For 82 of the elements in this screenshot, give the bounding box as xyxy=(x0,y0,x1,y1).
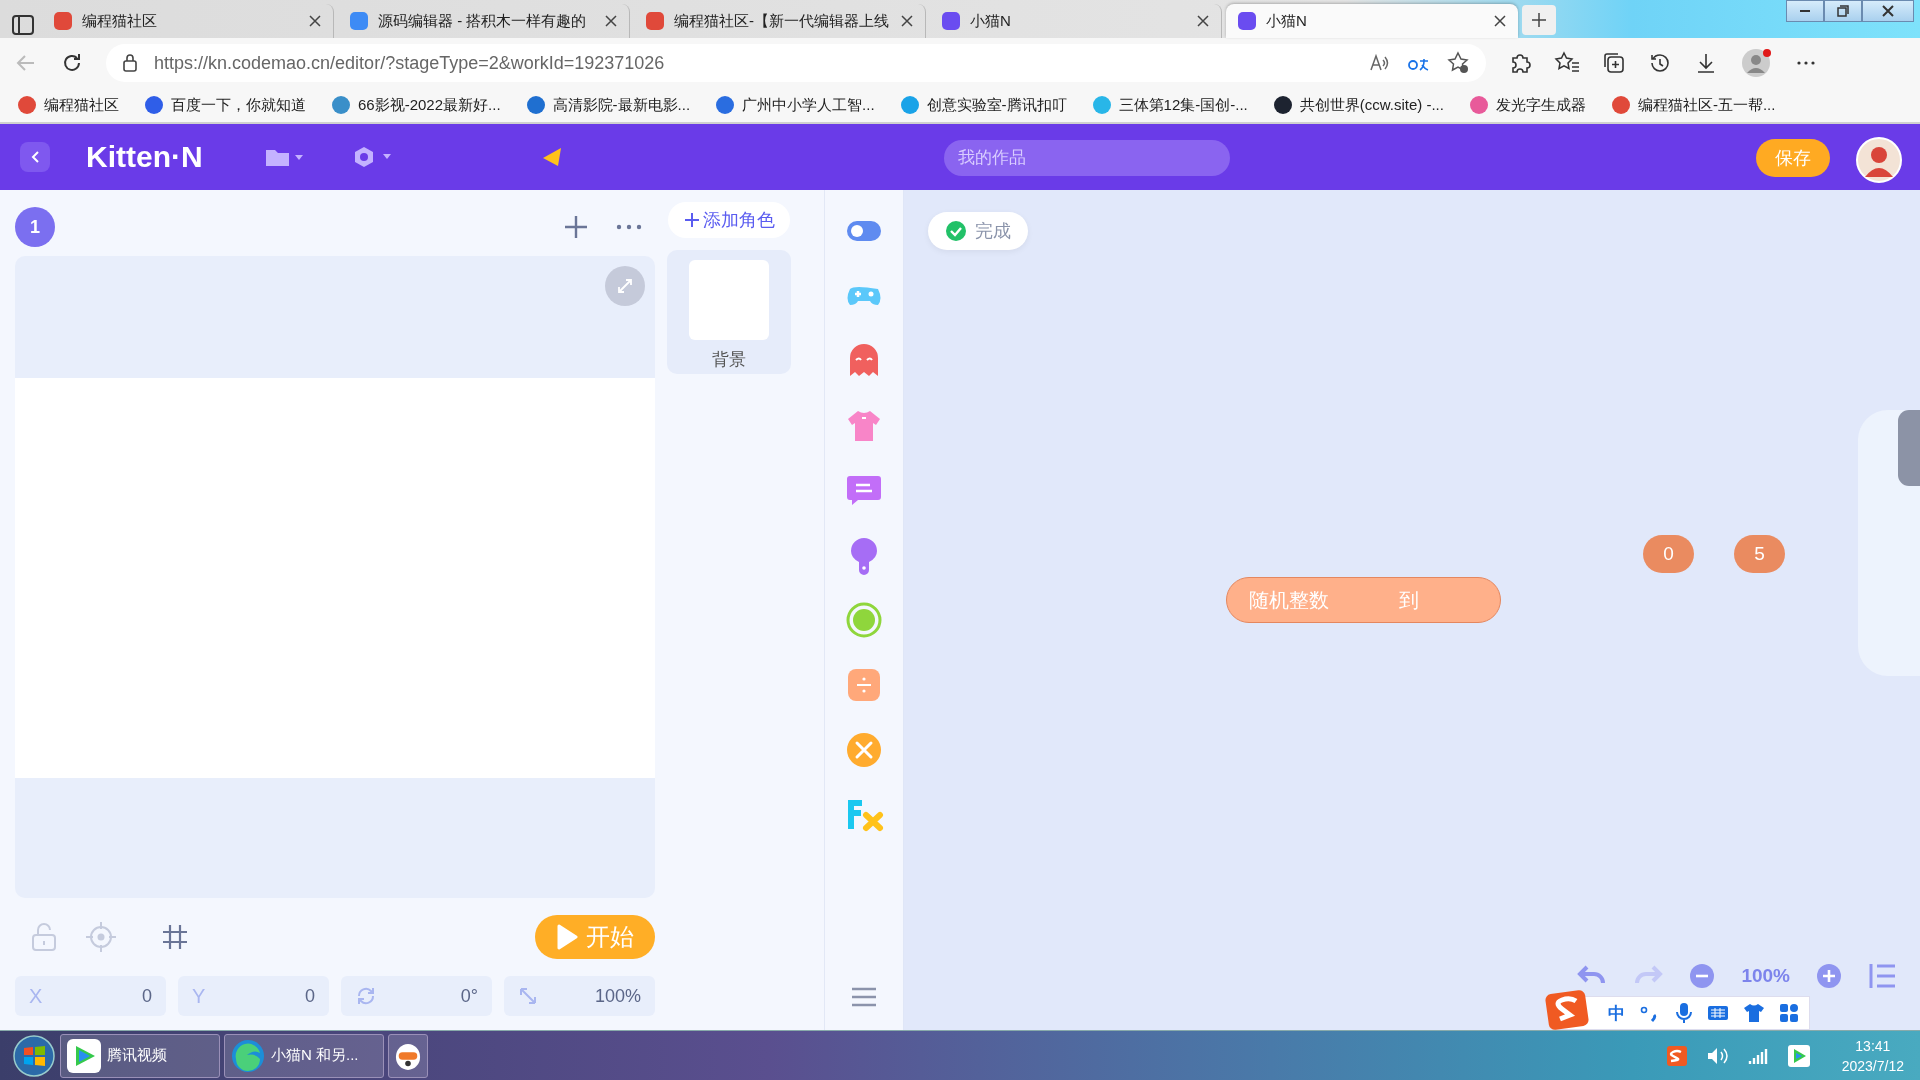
browser-logo-icon xyxy=(231,1038,265,1073)
coordinate-field[interactable]: 100% xyxy=(504,976,655,1016)
restore-icon xyxy=(1837,5,1849,17)
close-button[interactable] xyxy=(1862,0,1914,22)
bookmark-link[interactable]: 广州中小学人工智... xyxy=(716,95,875,115)
expand-icon xyxy=(616,277,634,295)
bookmark-link[interactable]: 创意实验室-腾讯扣叮 xyxy=(900,95,1067,115)
grid-icon[interactable] xyxy=(161,923,189,951)
ime-mode-toggle[interactable]: 中 xyxy=(1608,1001,1625,1025)
menu-icon[interactable] xyxy=(850,987,878,1007)
play-logo-icon xyxy=(67,1038,101,1073)
shirt-icon[interactable] xyxy=(1743,1003,1765,1023)
restore-button[interactable] xyxy=(1824,0,1862,22)
taskbar-button[interactable]: 腾讯视频 xyxy=(60,1033,220,1078)
add-sprite-button[interactable]: 添加角色 xyxy=(668,202,790,238)
signal-icon[interactable] xyxy=(1747,1046,1770,1065)
input-method-logo-icon[interactable] xyxy=(1544,989,1590,1031)
bookmark-link[interactable]: 共创世界(ccw.site) -... xyxy=(1273,95,1444,115)
bookmark-link[interactable]: 三体第12集-国创-... xyxy=(1092,95,1248,115)
plus-icon xyxy=(1531,12,1547,28)
plus-icon xyxy=(683,212,700,228)
back-button[interactable] xyxy=(20,142,50,172)
sprite-card[interactable]: 背景 xyxy=(667,250,791,374)
bookmark-link[interactable]: 66影视-2022最新好... xyxy=(332,95,501,115)
microphone-icon[interactable] xyxy=(1675,1002,1693,1024)
taskbar-button[interactable] xyxy=(388,1033,428,1078)
chevron-left-icon xyxy=(30,150,40,164)
coordinate-field[interactable]: 0° xyxy=(341,976,492,1016)
app-logo: Kitten·N xyxy=(86,140,203,174)
bookmark-link[interactable]: 编程猫社区-五一帮... xyxy=(1611,95,1776,115)
sprite-name: 背景 xyxy=(712,349,746,371)
favicon-icon xyxy=(646,12,664,30)
bookmark-link[interactable]: 发光字生成器 xyxy=(1469,95,1586,115)
axis-label: Y xyxy=(192,984,206,1008)
close-icon[interactable] xyxy=(1197,15,1209,27)
close-icon[interactable] xyxy=(1494,15,1506,27)
coordinate-field[interactable]: Y 0 xyxy=(178,976,329,1016)
address-field[interactable]: https://kn.codemao.cn/editor/?stageType=2&workId=192371026 xyxy=(106,44,1486,82)
resize-arrow-icon xyxy=(518,986,538,1006)
play-icon xyxy=(556,924,578,950)
zoom-level: 100% xyxy=(1741,965,1790,987)
bookmark-link[interactable]: 高清影院-最新电影... xyxy=(526,95,691,115)
favicon-icon xyxy=(350,12,368,30)
browser-tab[interactable]: 小猫N xyxy=(1226,4,1518,38)
favicon-icon xyxy=(54,12,72,30)
close-icon[interactable] xyxy=(309,15,321,27)
lock-icon xyxy=(122,53,138,73)
project-name-field[interactable]: 我的作品 xyxy=(944,140,1230,176)
favorites-icon[interactable] xyxy=(1554,51,1580,75)
start-menu-icon[interactable] xyxy=(12,1033,56,1078)
drawer-handle[interactable] xyxy=(1898,410,1920,486)
profile-icon[interactable] xyxy=(1740,47,1772,79)
collections-icon[interactable] xyxy=(1602,51,1626,75)
rotate-icon xyxy=(355,985,377,1007)
taskbar-button[interactable]: 小猫N 和另... xyxy=(224,1033,384,1078)
bookmark-link[interactable]: 百度一下，你就知道 xyxy=(145,95,306,115)
new-tab-button[interactable] xyxy=(1522,5,1556,35)
keyboard-icon[interactable] xyxy=(1707,1004,1729,1022)
axis-label: X xyxy=(29,984,43,1008)
close-icon[interactable] xyxy=(901,15,913,27)
zoom-out-icon[interactable] xyxy=(1689,963,1716,989)
minimize-icon xyxy=(1800,10,1810,12)
scene-number[interactable]: 1 xyxy=(15,207,55,247)
done-button[interactable]: 完成 xyxy=(928,212,1028,250)
bookmark-link[interactable]: 编程猫社区 xyxy=(18,95,119,115)
more-button[interactable] xyxy=(615,223,643,231)
check-circle-icon xyxy=(945,220,967,242)
minimize-button[interactable] xyxy=(1786,0,1824,22)
input-method-logo-icon[interactable] xyxy=(1665,1044,1688,1067)
favorite-add-icon[interactable] xyxy=(1446,51,1470,75)
close-icon[interactable] xyxy=(605,15,617,27)
apps-icon[interactable] xyxy=(1779,1003,1799,1023)
play-logo-icon[interactable] xyxy=(1787,1044,1810,1067)
close-icon xyxy=(1882,5,1894,17)
coordinate-field[interactable]: X 0 xyxy=(15,976,166,1016)
history-icon[interactable] xyxy=(1648,51,1672,75)
zoom-in-icon[interactable] xyxy=(1816,963,1842,989)
add-scene-button[interactable] xyxy=(563,214,589,240)
favicon-icon xyxy=(1238,12,1256,30)
list-icon[interactable] xyxy=(1868,962,1898,990)
favicon-icon xyxy=(942,12,960,30)
avatar-icon[interactable] xyxy=(1856,137,1902,183)
